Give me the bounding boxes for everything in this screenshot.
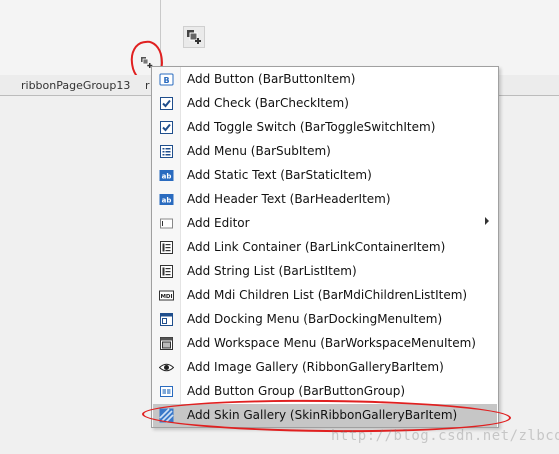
mdi-icon: MDI xyxy=(159,288,174,303)
menu-item-label: Add Static Text (BarStaticItem) xyxy=(187,168,372,182)
menu-item-label: Add Header Text (BarHeaderItem) xyxy=(187,192,391,206)
menu-item-add-image-gallery[interactable]: Add Image Gallery (RibbonGalleryBarItem) xyxy=(153,356,497,379)
workspace-icon xyxy=(159,336,174,351)
ribbon-designer-area xyxy=(0,0,559,75)
button-group-icon xyxy=(159,384,174,399)
menu-item-add-static-text[interactable]: ab Add Static Text (BarStaticItem) xyxy=(153,164,497,187)
menu-item-add-button[interactable]: B Add Button (BarButtonItem) xyxy=(153,68,497,91)
ribbon-page-group-label[interactable]: ribbonPageGroup13 xyxy=(21,79,130,92)
skin-icon xyxy=(159,408,174,423)
add-item-context-menu: B Add Button (BarButtonItem) Add Check (… xyxy=(151,66,499,428)
menu-item-add-skin-gallery[interactable]: Add Skin Gallery (SkinRibbonGalleryBarIt… xyxy=(153,404,497,427)
menu-item-add-button-group[interactable]: Add Button Group (BarButtonGroup) xyxy=(153,380,497,403)
list-icon xyxy=(159,240,174,255)
menu-item-label: Add Mdi Children List (BarMdiChildrenLis… xyxy=(187,288,468,302)
static-text-icon: ab xyxy=(159,168,174,183)
menu-item-add-workspace-menu[interactable]: Add Workspace Menu (BarWorkspaceMenuItem… xyxy=(153,332,497,355)
menu-item-add-header-text[interactable]: ab Add Header Text (BarHeaderItem) xyxy=(153,188,497,211)
list-icon xyxy=(159,264,174,279)
checkbox-icon xyxy=(159,120,174,135)
svg-text:B: B xyxy=(163,76,169,85)
menu-item-label: Add Check (BarCheckItem) xyxy=(187,96,349,110)
menu-item-add-link-container[interactable]: Add Link Container (BarLinkContainerItem… xyxy=(153,236,497,259)
menu-item-add-menu[interactable]: Add Menu (BarSubItem) xyxy=(153,140,497,163)
submenu-arrow-icon xyxy=(485,217,489,225)
menu-item-label: Add Docking Menu (BarDockingMenuItem) xyxy=(187,312,443,326)
menu-item-label: Add Editor xyxy=(187,216,250,230)
svg-text:ab: ab xyxy=(162,197,172,205)
add-item-button[interactable] xyxy=(183,26,205,48)
menu-item-add-string-list[interactable]: Add String List (BarListItem) xyxy=(153,260,497,283)
svg-text:MDI: MDI xyxy=(160,294,172,300)
watermark-text: http://blog.csdn.net/zlbcdn xyxy=(331,428,559,444)
docking-icon xyxy=(159,312,174,327)
menu-item-label: Add Button Group (BarButtonGroup) xyxy=(187,384,406,398)
menu-item-label: Add Link Container (BarLinkContainerItem… xyxy=(187,240,446,254)
menu-item-label: Add Workspace Menu (BarWorkspaceMenuItem… xyxy=(187,336,476,350)
menu-item-label: Add Toggle Switch (BarToggleSwitchItem) xyxy=(187,120,436,134)
menu-item-label: Add Image Gallery (RibbonGalleryBarItem) xyxy=(187,360,444,374)
ribbon-page-group-label-cut: r xyxy=(145,79,150,92)
checkbox-icon xyxy=(159,96,174,111)
button-icon: B xyxy=(159,72,174,87)
menu-item-add-check[interactable]: Add Check (BarCheckItem) xyxy=(153,92,497,115)
menu-icon xyxy=(159,144,174,159)
static-text-icon: ab xyxy=(159,192,174,207)
editor-icon xyxy=(159,216,174,231)
menu-item-label: Add Menu (BarSubItem) xyxy=(187,144,331,158)
menu-item-add-editor[interactable]: Add Editor xyxy=(153,212,497,235)
menu-item-label: Add Button (BarButtonItem) xyxy=(187,72,356,86)
group-separator xyxy=(160,0,161,70)
menu-item-label: Add Skin Gallery (SkinRibbonGalleryBarIt… xyxy=(187,408,458,422)
menu-item-add-docking-menu[interactable]: Add Docking Menu (BarDockingMenuItem) xyxy=(153,308,497,331)
eye-icon xyxy=(158,360,175,375)
svg-text:ab: ab xyxy=(162,173,172,181)
menu-item-label: Add String List (BarListItem) xyxy=(187,264,357,278)
menu-item-add-mdi-children-list[interactable]: MDI Add Mdi Children List (BarMdiChildre… xyxy=(153,284,497,307)
menu-item-add-toggle-switch[interactable]: Add Toggle Switch (BarToggleSwitchItem) xyxy=(153,116,497,139)
